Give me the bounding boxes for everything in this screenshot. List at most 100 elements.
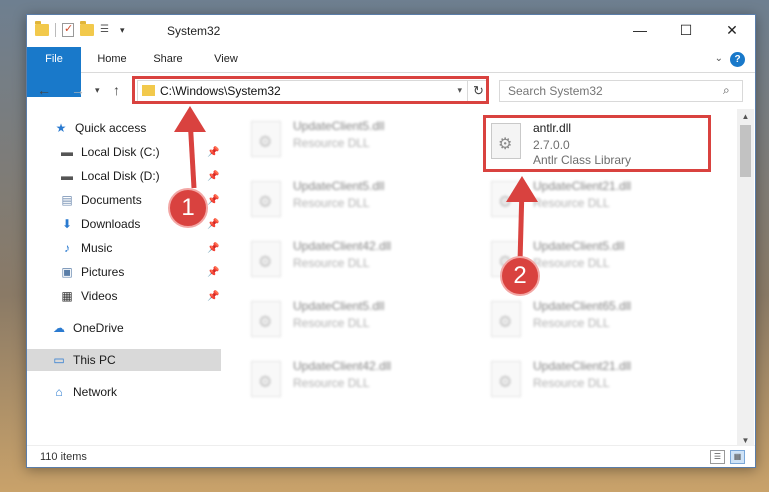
- close-button[interactable]: ✕: [709, 15, 755, 45]
- pin-icon[interactable]: 📌: [207, 171, 219, 182]
- list-item[interactable]: UpdateClient42.dll Resource DLL: [247, 355, 472, 405]
- sidebar-item-label: Quick access: [75, 121, 147, 135]
- step-1-badge: 1: [168, 188, 208, 228]
- sidebar-item-videos[interactable]: ▦ Videos 📌: [27, 285, 221, 307]
- list-item[interactable]: UpdateClient5.dll Resource DLL: [247, 295, 472, 345]
- file-description: Resource DLL: [293, 376, 370, 390]
- pin-icon[interactable]: 📌: [207, 195, 219, 206]
- sidebar-item-label: Local Disk (C:): [81, 145, 160, 159]
- file-explorer-window: ☰ ▾ System32 — ☐ ✕ File Home Share View …: [26, 14, 756, 468]
- tab-home[interactable]: Home: [87, 47, 137, 72]
- pin-icon[interactable]: 📌: [207, 267, 219, 278]
- file-highlight-box: [483, 115, 711, 172]
- sidebar-item-local-disk-c[interactable]: ▬ Local Disk (C:) 📌: [27, 141, 221, 163]
- sidebar-item-pictures[interactable]: ▣ Pictures 📌: [27, 261, 221, 283]
- pin-icon[interactable]: 📌: [207, 147, 219, 158]
- pin-icon[interactable]: 📌: [207, 219, 219, 230]
- documents-icon: ▤: [61, 193, 73, 207]
- up-arrow-icon[interactable]: ↑: [113, 82, 120, 98]
- star-icon: ★: [55, 121, 67, 135]
- recent-locations-icon[interactable]: ▾: [95, 85, 100, 96]
- sidebar-item-network[interactable]: ⌂ Network: [27, 381, 221, 403]
- sidebar-item-label: This PC: [73, 353, 116, 367]
- new-folder-icon[interactable]: [80, 21, 94, 36]
- tab-view[interactable]: View: [201, 47, 251, 72]
- pictures-icon: ▣: [61, 265, 73, 279]
- maximize-button[interactable]: ☐: [663, 15, 709, 45]
- drive-icon: ▬: [61, 145, 73, 159]
- sidebar-item-label: Videos: [81, 289, 118, 303]
- file-description: Resource DLL: [533, 376, 610, 390]
- quick-access-toolbar: ☰ ▾: [35, 21, 125, 37]
- tab-share[interactable]: Share: [143, 47, 193, 72]
- sidebar-item-onedrive[interactable]: ☁ OneDrive: [27, 317, 221, 339]
- address-highlight-box: [132, 76, 489, 104]
- details-view-icon[interactable]: ☰: [710, 450, 725, 464]
- file-description: Resource DLL: [293, 196, 370, 210]
- vertical-scrollbar[interactable]: ▲ ▼: [737, 109, 754, 449]
- search-icon[interactable]: ⌕: [723, 83, 730, 98]
- dll-file-icon: [251, 241, 281, 277]
- file-description: Resource DLL: [293, 136, 370, 150]
- item-count: 110 items: [40, 451, 87, 463]
- status-bar: 110 items ☰ ▦: [27, 445, 755, 467]
- list-item[interactable]: UpdateClient21.dll Resource DLL: [487, 175, 712, 225]
- list-item[interactable]: UpdateClient5.dll Resource DLL: [247, 115, 472, 165]
- tiles-view-icon[interactable]: ▦: [730, 450, 745, 464]
- expand-ribbon-icon[interactable]: ⌄: [715, 53, 723, 64]
- file-description: Resource DLL: [533, 256, 610, 270]
- back-arrow-icon[interactable]: ←: [37, 82, 51, 98]
- sidebar-item-local-disk-d[interactable]: ▬ Local Disk (D:) 📌: [27, 165, 221, 187]
- dll-file-icon: [251, 181, 281, 217]
- navigation-bar: ← → ▾ ↑ C:\Windows\System32 ▾ ↻ ⌕: [27, 74, 755, 108]
- sidebar-item-label: Pictures: [81, 265, 125, 279]
- list-item[interactable]: UpdateClient65.dll Resource DLL: [487, 295, 712, 345]
- drive-icon: ▬: [61, 169, 73, 183]
- sidebar-item-label: Network: [73, 385, 118, 399]
- sidebar-item-label: Downloads: [81, 217, 141, 231]
- search-input[interactable]: [499, 80, 743, 102]
- properties-check-icon[interactable]: [62, 22, 74, 37]
- list-item[interactable]: UpdateClient21.dll Resource DLL: [487, 355, 712, 405]
- divider: [55, 23, 56, 37]
- window-title: System32: [167, 24, 221, 38]
- help-icon[interactable]: ?: [730, 52, 745, 67]
- sidebar-item-this-pc[interactable]: ▭ This PC: [27, 349, 221, 371]
- customize-toolbar-dropdown-icon[interactable]: ▾: [120, 25, 125, 36]
- cloud-icon: ☁: [53, 321, 65, 335]
- step-2-badge: 2: [500, 256, 540, 296]
- title-bar: ☰ ▾ System32 — ☐ ✕: [27, 15, 755, 47]
- music-icon: ♪: [64, 241, 70, 255]
- file-name: UpdateClient5.dll: [293, 299, 385, 313]
- pin-icon[interactable]: 📌: [207, 243, 219, 254]
- sidebar-item-music[interactable]: ♪ Music 📌: [27, 237, 221, 259]
- sidebar-item-label: OneDrive: [73, 321, 124, 335]
- file-name: UpdateClient5.dll: [293, 119, 385, 133]
- file-name: UpdateClient42.dll: [293, 239, 392, 253]
- properties-icon[interactable]: ☰: [100, 24, 114, 36]
- file-description: Resource DLL: [533, 316, 610, 330]
- file-name: UpdateClient5.dll: [293, 179, 385, 193]
- file-name: UpdateClient5.dll: [533, 239, 625, 253]
- scrollbar-thumb[interactable]: [740, 125, 751, 177]
- pin-icon[interactable]: 📌: [207, 291, 219, 302]
- dll-file-icon: [491, 181, 521, 217]
- sidebar-item-label: Music: [81, 241, 113, 255]
- scroll-up-icon[interactable]: ▲: [737, 109, 754, 125]
- sidebar-item-quick-access[interactable]: ★ Quick access: [27, 117, 221, 139]
- forward-arrow-icon[interactable]: →: [71, 82, 85, 98]
- minimize-button[interactable]: —: [617, 15, 663, 45]
- file-description: Resource DLL: [533, 196, 610, 210]
- videos-icon: ▦: [61, 289, 73, 303]
- file-name: UpdateClient65.dll: [533, 299, 632, 313]
- file-name: UpdateClient21.dll: [533, 359, 632, 373]
- file-name: UpdateClient42.dll: [293, 359, 392, 373]
- list-item[interactable]: UpdateClient42.dll Resource DLL: [247, 235, 472, 285]
- file-description: Resource DLL: [293, 256, 370, 270]
- dll-file-icon: [251, 121, 281, 157]
- navigation-pane: ★ Quick access ▬ Local Disk (C:) 📌 ▬ Loc…: [27, 115, 221, 445]
- list-item[interactable]: UpdateClient5.dll Resource DLL: [247, 175, 472, 225]
- sidebar-item-label: Documents: [81, 193, 142, 207]
- dll-file-icon: [251, 361, 281, 397]
- folder-icon: [35, 21, 49, 36]
